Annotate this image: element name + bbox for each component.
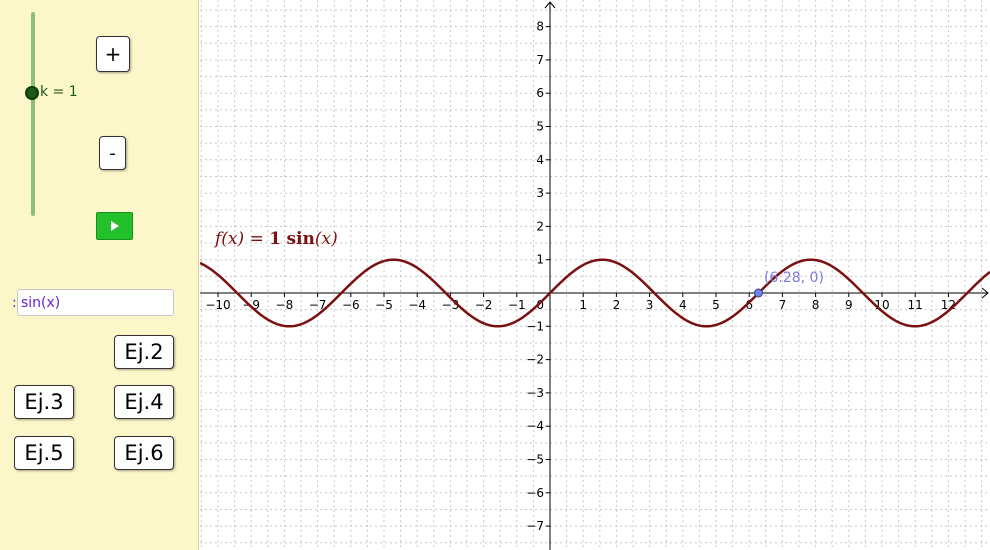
x-tick-label: 8 [812, 298, 820, 312]
y-tick-label: 1 [536, 253, 544, 267]
y-tick-label: −3 [526, 386, 544, 400]
graphics-view[interactable]: −10 −9 −8 −7 −6 −5 −4 −3 −2 −1 1 2 3 4 5 6 7 8 9 10 11 12 −7 −6… [200, 0, 990, 550]
input-label: : [12, 295, 17, 311]
y-tick-label: −6 [526, 486, 544, 500]
x-tick-label: 11 [908, 298, 923, 312]
point-label: (6.28, 0) [764, 270, 824, 286]
function-input[interactable] [17, 289, 174, 316]
formula-coefficient: 1 [269, 229, 282, 249]
x-tick-label: −2 [475, 298, 493, 312]
x-tick-label: 2 [613, 298, 621, 312]
y-tick-label: 2 [536, 219, 544, 233]
x-tick-label: 9 [845, 298, 853, 312]
formula-argument: (x) [314, 229, 338, 249]
example-5-button[interactable]: Ej.5 [14, 436, 74, 470]
x-tick-label: −8 [276, 298, 294, 312]
y-tick-label: −2 [526, 353, 544, 367]
example-2-button[interactable]: Ej.2 [114, 335, 174, 369]
x-tick-label: −6 [342, 298, 360, 312]
x-tick-label: 7 [779, 298, 787, 312]
y-tick-label: 4 [536, 153, 544, 167]
example-4-button[interactable]: Ej.4 [114, 385, 174, 419]
axes [200, 1, 989, 550]
play-button[interactable] [96, 212, 133, 240]
y-tick-label: −1 [526, 319, 544, 333]
point-a[interactable] [753, 288, 763, 298]
x-tick-label: 5 [712, 298, 720, 312]
k-slider-label: k = 1 [40, 84, 78, 100]
y-tick-label: −4 [526, 419, 544, 433]
decrease-button[interactable]: - [99, 136, 126, 170]
y-tick-label: −7 [526, 519, 544, 533]
x-tick-label: −1 [508, 298, 526, 312]
x-tick-label: 4 [679, 298, 687, 312]
x-tick-label: −10 [205, 298, 230, 312]
formula-function: sin [286, 229, 315, 249]
grid [200, 0, 990, 550]
example-6-button[interactable]: Ej.6 [114, 436, 174, 470]
y-tick-label: −5 [526, 453, 544, 467]
function-plot[interactable]: −10 −9 −8 −7 −6 −5 −4 −3 −2 −1 1 2 3 4 5 6 7 8 9 10 11 12−7−6… [200, 0, 990, 550]
function-formula: f(x) = 1 sin(x) [215, 229, 338, 249]
increase-button[interactable]: + [96, 36, 130, 72]
y-tick-label: 7 [536, 53, 544, 67]
x-tick-label: 1 [579, 298, 587, 312]
x-tick-label: −4 [408, 298, 426, 312]
y-tick-label: 5 [536, 120, 544, 134]
formula-name: f(x) [215, 229, 245, 249]
point-layer [753, 288, 763, 298]
k-slider-track[interactable] [31, 12, 35, 216]
y-tick-label: 6 [536, 86, 544, 100]
control-panel: k = 1 + - : Ej.2 Ej.3 Ej.4 Ej.5 Ej.6 [0, 0, 199, 550]
example-3-button[interactable]: Ej.3 [14, 385, 74, 419]
play-icon [110, 221, 119, 231]
k-slider-thumb[interactable] [25, 86, 39, 100]
y-tick-label: 3 [536, 186, 544, 200]
x-tick-label: −5 [375, 298, 393, 312]
formula-equals: = [249, 229, 264, 249]
x-tick-label: 3 [646, 298, 654, 312]
y-tick-label: 8 [536, 20, 544, 34]
